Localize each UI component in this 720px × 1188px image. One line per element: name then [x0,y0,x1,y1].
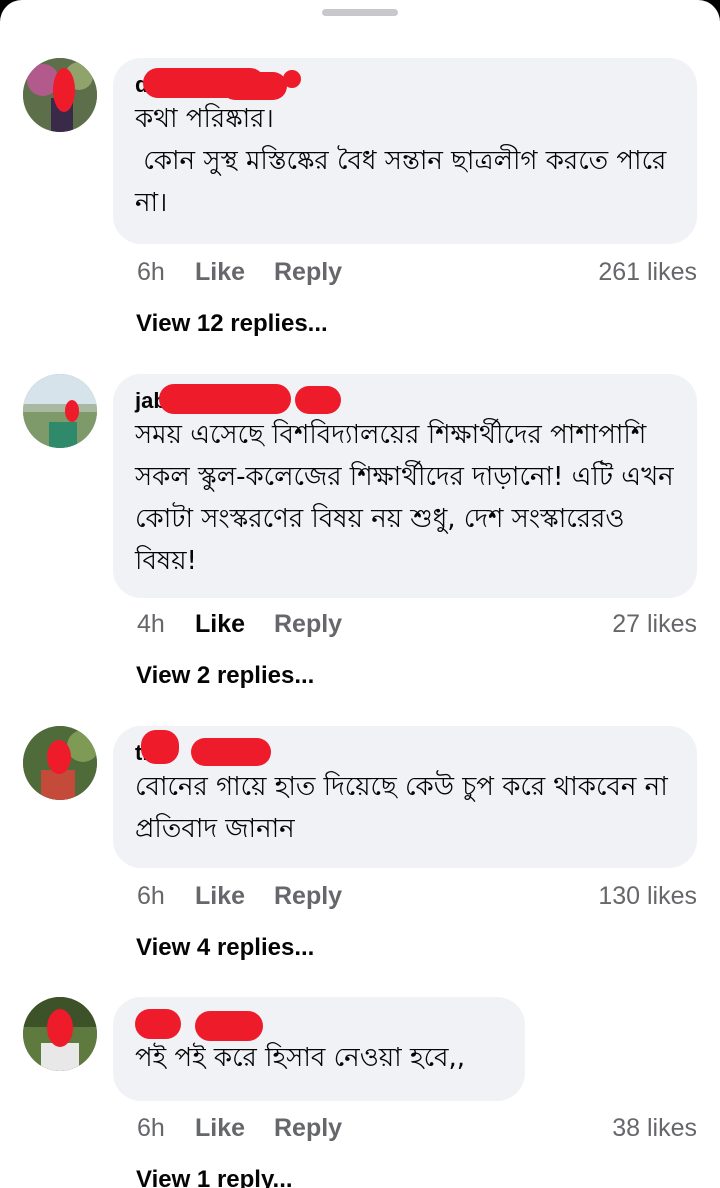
like-button[interactable]: Like [195,255,245,289]
view-replies-link[interactable]: View 2 replies... [136,660,314,692]
comment-actions: 6h Like Reply 130 likes [137,879,697,913]
comment-time: 6h [137,1114,165,1142]
comment-time: 6h [137,882,165,910]
redaction-mark [295,386,341,414]
redaction-mark [191,738,271,766]
comment-time: 4h [137,610,165,638]
reply-button[interactable]: Reply [274,1111,342,1145]
like-button[interactable]: Like [195,1111,245,1145]
reply-button[interactable]: Reply [274,879,342,913]
comment-text: সময় এসেছে বিশবিদ্যালয়ের শিক্ষার্থীদের … [135,420,682,576]
likes-count[interactable]: 130 likes [598,879,697,913]
avatar[interactable] [23,374,97,448]
comment-username[interactable]: m k [135,1009,503,1041]
comment-username[interactable]: th [135,730,675,766]
comment-actions: 6h Like Reply 38 likes [137,1111,697,1145]
view-replies-link[interactable]: View 4 replies... [136,932,314,964]
view-replies-link[interactable]: View 1 reply... [136,1164,293,1188]
drag-handle[interactable] [322,9,398,16]
likes-count[interactable]: 38 likes [612,1111,697,1145]
redaction-mark [141,730,179,764]
likes-count[interactable]: 261 likes [598,255,697,289]
comment-username[interactable]: jabed_o ar_bd [135,384,675,414]
reply-button[interactable]: Reply [274,607,342,641]
redaction-mark [159,384,291,414]
like-button[interactable]: Like [195,879,245,913]
comment-text: পই পই করে হিসাব নেওয়া হবে,, [135,1043,466,1073]
comment-text: কথা পরিষ্কার। কোন সুস্থ মস্তিষ্কের বৈধ স… [135,104,667,218]
reply-button[interactable]: Reply [274,255,342,289]
redaction-mark [221,72,287,100]
avatar[interactable] [23,726,97,800]
comments-sheet: ɑɑ 106 কথা পরিষ্কার। কোন সুস্থ মস্তিষ্কে… [0,0,720,1188]
redaction-mark [135,1009,181,1039]
avatar[interactable] [23,997,97,1071]
comment-username[interactable]: ɑɑ 106 [135,68,675,100]
redaction-mark [195,1011,263,1041]
comment-actions: 6h Like Reply 261 likes [137,255,697,289]
comment-time: 6h [137,258,165,286]
comment-bubble: th বোনের গায়ে হাত দিয়েছে কেউ চুপ করে থ… [113,726,697,868]
likes-count[interactable]: 27 likes [612,607,697,641]
redaction-mark [283,70,301,88]
avatar[interactable] [23,58,97,132]
like-button[interactable]: Like [195,607,245,641]
comment-bubble: ɑɑ 106 কথা পরিষ্কার। কোন সুস্থ মস্তিষ্কে… [113,58,697,244]
view-replies-link[interactable]: View 12 replies... [136,308,328,340]
comment-bubble: m k পই পই করে হিসাব নেওয়া হবে,, [113,997,525,1101]
comment-bubble: jabed_o ar_bd সময় এসেছে বিশবিদ্যালয়ের … [113,374,697,598]
comment-text: বোনের গায়ে হাত দিয়েছে কেউ চুপ করে থাকব… [135,772,676,844]
comment-actions: 4h Like Reply 27 likes [137,607,697,641]
